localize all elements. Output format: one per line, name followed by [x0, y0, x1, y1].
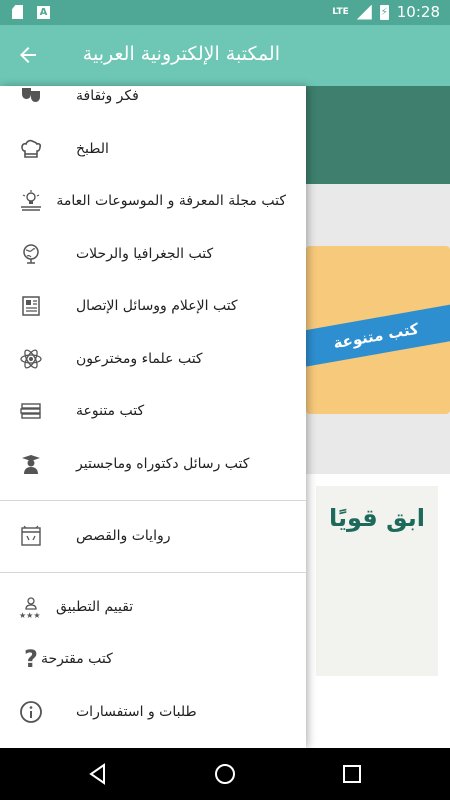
notification-a-icon: A: [37, 5, 50, 19]
atom-icon: [18, 346, 44, 372]
drawer-item-various[interactable]: كتب متنوعة: [0, 385, 306, 437]
drawer-item-label: كتب مقترحة: [41, 651, 113, 667]
nav-recents-icon[interactable]: [340, 762, 364, 786]
signal-icon: [356, 4, 372, 20]
nav-back-icon[interactable]: [86, 762, 110, 786]
chef-hat-icon: [18, 136, 44, 162]
drawer-item-label: الطبخ: [76, 141, 109, 157]
sd-card-icon: [12, 5, 23, 19]
theater-masks-icon: [18, 86, 44, 109]
drawer-item-label: كتب مجلة المعرفة و الموسوعات العامة: [56, 193, 286, 209]
newspaper-icon: [18, 293, 44, 319]
background-banner: [306, 86, 450, 184]
drawer-item-rate-app[interactable]: ★★★ تقييم التطبيق: [0, 581, 306, 633]
drawer-item-label: تقييم التطبيق: [56, 599, 134, 615]
drawer-item-suggested[interactable]: ? كتب مقترحة: [0, 633, 306, 685]
app-title: المكتبة الإلكترونية العربية: [82, 43, 280, 65]
drawer-item-media[interactable]: كتب الإعلام ووسائل الإتصال: [0, 280, 306, 332]
nav-home-icon[interactable]: [213, 762, 237, 786]
navigation-drawer: فكر وثقافة الطبخ كتب مجلة المعرفة و المو…: [0, 86, 306, 748]
drawer-item-label: كتب متنوعة: [76, 403, 145, 419]
drawer-item-encyclopedias[interactable]: كتب مجلة المعرفة و الموسوعات العامة: [0, 175, 306, 227]
drawer-item-geography[interactable]: كتب الجغرافيا والرحلات: [0, 228, 306, 280]
drawer-item-theses[interactable]: كتب رسائل دكتوراه وماجستير: [0, 438, 306, 490]
background-content: كتب متنوعة ابق قويًا: [306, 86, 450, 748]
drawer-item-scientists[interactable]: كتب علماء ومخترعون: [0, 333, 306, 385]
drawer-item-requests[interactable]: طلبات و استفسارات: [0, 686, 306, 738]
rating-stars-icon: ★★★: [18, 594, 44, 620]
drawer-item-label: كتب الجغرافيا والرحلات: [76, 246, 214, 262]
book-stack-icon: [18, 398, 44, 424]
drawer-item-novels[interactable]: روايات والقصص: [0, 510, 306, 562]
drawer-item-label: كتب رسائل دكتوراه وماجستير: [76, 456, 250, 472]
app-bar: المكتبة الإلكترونية العربية: [0, 25, 450, 86]
drawer-item-label: روايات والقصص: [76, 528, 171, 544]
graduate-icon: [18, 451, 44, 477]
drawer-item-cooking[interactable]: الطبخ: [0, 123, 306, 175]
drawer-item-label: كتب الإعلام ووسائل الإتصال: [76, 298, 238, 314]
arrow-left-icon[interactable]: [14, 43, 42, 67]
globe-icon: [18, 241, 44, 267]
network-type: LTE: [332, 7, 349, 17]
drawer-divider: [0, 572, 306, 573]
drawer-item-label: كتب علماء ومخترعون: [76, 351, 203, 367]
drawer-item-label: فكر وثقافة: [76, 88, 139, 104]
battery-charging-icon: ⚡: [379, 4, 389, 20]
svg-text:★★★: ★★★: [19, 611, 41, 620]
clock: 10:28: [396, 3, 440, 21]
system-nav-bar: [0, 748, 450, 800]
info-icon: [18, 699, 44, 725]
lightbulb-book-icon: [18, 188, 44, 214]
theater-stage-icon: [18, 523, 44, 549]
drawer-item-culture[interactable]: فكر وثقافة: [0, 86, 306, 122]
drawer-item-label: طلبات و استفسارات: [76, 704, 197, 720]
background-book-cover[interactable]: ابق قويًا: [316, 486, 438, 676]
status-bar: A LTE ⚡ 10:28: [0, 0, 450, 25]
drawer-divider: [0, 500, 306, 501]
